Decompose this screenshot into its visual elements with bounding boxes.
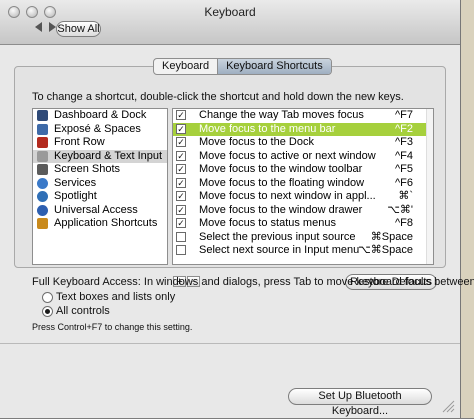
shortcut-row[interactable]: ✓ Move focus to the menu bar ^F2 [173,122,433,137]
back-arrow-icon[interactable] [32,20,46,34]
category-list[interactable]: Dashboard & Dock Exposé & Spaces Front R… [32,108,168,265]
shortcut-label: Move focus to the window drawer [199,203,363,216]
shortcut-key[interactable]: ^F6 [395,177,413,191]
shortcut-row[interactable]: ✓ Change the way Tab moves focus ^F7 [173,109,433,123]
shortcut-label: Move focus to active or next window [199,149,376,162]
tab-keyboard[interactable]: Keyboard [154,59,217,74]
application-shortcuts-icon [37,218,48,230]
category-item-keyboard-text-input[interactable]: Keyboard & Text Input [33,149,167,163]
radio-text-boxes-lists[interactable] [42,292,53,303]
category-label: Spotlight [54,190,97,202]
shortcut-checkbox[interactable]: ✓ [176,164,186,174]
shortcut-key[interactable]: ^F5 [395,163,413,177]
window-title: Keyboard [204,5,256,19]
category-label: Exposé & Spaces [54,122,141,135]
category-item-spotlight[interactable]: Spotlight [33,190,167,204]
radio-label[interactable]: Text boxes and lists only [56,291,175,303]
category-label: Keyboard & Text Input [54,149,163,162]
shortcut-key[interactable]: ⌘Space [371,231,413,245]
shortcut-list[interactable]: ✓ Change the way Tab moves focus ^F7 ✓ M… [172,108,434,265]
shortcut-row[interactable]: Select the previous input source ⌘Space [173,231,433,245]
shortcut-row[interactable]: ✓ Move focus to the window drawer ⌥⌘' [173,204,433,218]
shortcut-label: Move focus to the window toolbar [199,163,363,175]
tab-bar: Keyboard Keyboard Shortcuts [153,58,332,75]
shortcut-checkbox[interactable] [176,245,186,255]
services-gear-icon [37,177,48,189]
resize-grip-icon[interactable] [441,399,455,413]
shortcut-label: Move focus to the Dock [199,136,314,148]
instructions-text: To change a shortcut, double-click the s… [32,91,404,103]
shortcut-key[interactable]: ⌥⌘Space [358,244,413,258]
shortcut-checkbox[interactable]: ✓ [176,204,186,215]
shortcut-key[interactable]: ^F8 [395,217,413,231]
category-item-screen-shots[interactable]: Screen Shots [33,163,167,177]
category-label: Screen Shots [54,163,121,175]
category-label: Services [54,176,97,189]
shortcut-key[interactable]: ^F2 [395,123,413,137]
category-item-expose-spaces[interactable]: Exposé & Spaces [33,123,167,137]
category-label: Dashboard & Dock [54,109,147,121]
category-item-dashboard-dock[interactable]: Dashboard & Dock [33,109,167,123]
tab-keyboard-shortcuts[interactable]: Keyboard Shortcuts [217,59,331,74]
shortcut-row[interactable]: ✓ Move focus to next window in appl... ⌘… [173,190,433,204]
shortcut-label: Select the previous input source [199,230,356,243]
shortcut-key[interactable]: ^F4 [395,150,413,164]
dashboard-dock-icon [37,110,48,122]
category-label: Universal Access [54,203,138,216]
shortcut-key[interactable]: ^F3 [395,136,413,150]
category-item-services[interactable]: Services [33,177,167,191]
shortcut-key[interactable]: ⌥⌘' [387,204,413,218]
spotlight-icon [37,191,48,203]
shortcut-key[interactable]: ^F7 [395,109,413,123]
shortcut-checkbox[interactable]: ✓ [176,150,186,161]
keyboard-preferences-window: Keyboard Show All Keyboard Keyboard Shor… [0,0,474,418]
universal-access-icon [37,204,48,216]
shortcut-checkbox[interactable]: ✓ [176,177,186,188]
shortcut-row[interactable]: ✓ Move focus to the window toolbar ^F5 [173,163,433,177]
shortcut-checkbox[interactable]: ✓ [176,137,186,147]
keyboard-text-input-icon [37,150,48,162]
shortcut-row[interactable]: ✓ Move focus to active or next window ^F… [173,150,433,164]
background-window-edge [460,0,474,418]
set-up-bluetooth-keyboard-button[interactable]: Set Up Bluetooth Keyboard... [288,388,432,417]
divider [0,343,460,344]
category-label: Application Shortcuts [54,217,158,229]
category-item-application-shortcuts[interactable]: Application Shortcuts [33,217,167,231]
control-f7-hint: Press Control+F7 to change this setting. [32,322,193,332]
show-all-button[interactable]: Show All [56,21,101,37]
radio-label[interactable]: All controls [56,305,110,317]
full-keyboard-access-text: Full Keyboard Access: In windows and dia… [32,276,474,288]
shortcut-row[interactable]: ✓ Move focus to the Dock ^F3 [173,136,433,150]
front-row-icon [37,137,48,149]
title-bar: Keyboard Show All [0,0,460,45]
shortcut-checkbox[interactable]: ✓ [176,123,186,134]
expose-spaces-icon [37,123,48,135]
shortcut-checkbox[interactable]: ✓ [176,191,186,201]
shortcut-checkbox[interactable] [176,231,186,242]
shortcut-row[interactable]: Select next source in Input menu ⌥⌘Space [173,244,433,258]
category-item-universal-access[interactable]: Universal Access [33,204,167,218]
shortcut-label: Move focus to next window in appl... [199,190,376,202]
shortcut-row[interactable]: ✓ Move focus to status menus ^F8 [173,217,433,231]
shortcut-row[interactable]: ✓ Move focus to the floating window ^F6 [173,177,433,191]
screen-shots-icon [37,164,48,176]
category-label: Front Row [54,136,105,148]
shortcut-key[interactable]: ⌘` [398,190,413,204]
shortcut-checkbox[interactable]: ✓ [176,110,186,120]
shortcut-label: Move focus to the floating window [199,176,365,189]
radio-all-controls[interactable] [42,306,53,317]
category-item-front-row[interactable]: Front Row [33,136,167,150]
shortcut-checkbox[interactable]: ✓ [176,218,186,228]
shortcut-label: Change the way Tab moves focus [199,109,364,121]
shortcut-list-scrollbar[interactable] [426,109,433,264]
shortcut-label: Select next source in Input menu [199,244,360,256]
shortcut-label: Move focus to the menu bar [199,122,336,135]
shortcut-label: Move focus to status menus [199,217,336,229]
